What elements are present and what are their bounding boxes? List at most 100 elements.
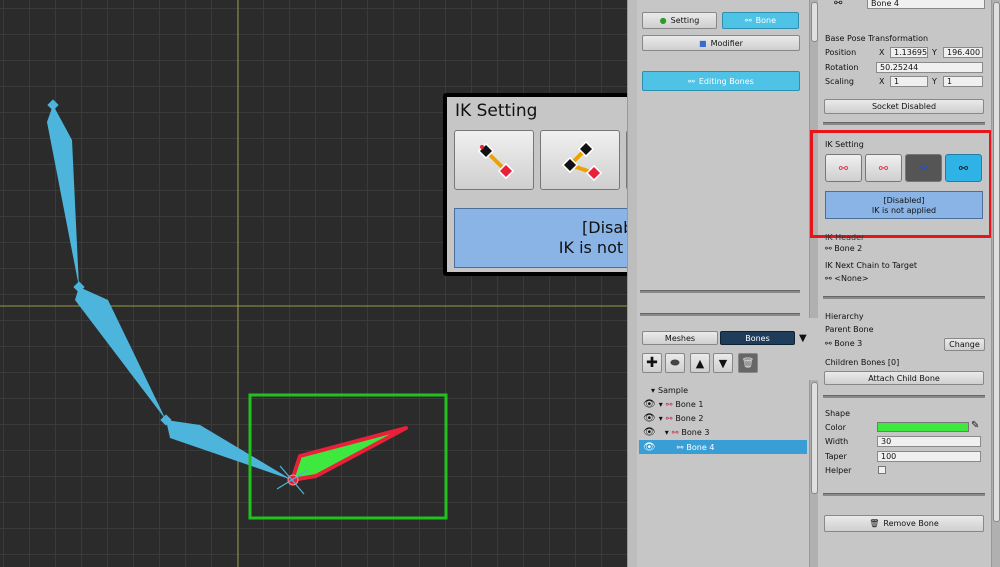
arrow-down-icon: ▼	[718, 356, 728, 370]
ik-next-chain-text: <None>	[834, 274, 869, 283]
expand-icon: ▾	[651, 385, 656, 395]
tree-item-label: Bone 3	[681, 427, 710, 437]
editing-bones-button[interactable]: ⚯ Editing Bones	[642, 71, 800, 91]
mid-separator-2	[640, 313, 800, 316]
tree-item-bone-4[interactable]: 👁 ⚯ Bone 4	[639, 440, 807, 454]
right-separator-2	[823, 296, 985, 299]
right-separator-3	[823, 395, 985, 398]
chevron-down-icon[interactable]: ▼	[799, 333, 807, 344]
tree-item-label: Sample	[658, 385, 689, 395]
taper-field[interactable]: 100	[877, 451, 981, 462]
socket-disabled-button[interactable]: Socket Disabled	[824, 99, 984, 114]
tab-meshes[interactable]: Meshes	[642, 331, 718, 345]
change-parent-button[interactable]: Change	[944, 338, 985, 351]
bone-small-icon: ⚯	[825, 274, 835, 283]
tab-bone-label: Bone	[755, 16, 777, 25]
bone-name-field[interactable]: Bone 4	[867, 0, 985, 9]
mid-scrollbar-bottom[interactable]	[809, 380, 818, 567]
eye-icon[interactable]: 👁	[643, 413, 656, 424]
expand-icon: ▾	[658, 413, 663, 423]
parent-bone-label: Parent Bone	[825, 325, 874, 334]
scaling-y-field[interactable]: 1	[943, 76, 983, 87]
parent-bone-value: ⚯ Bone 3	[825, 339, 862, 348]
width-label: Width	[825, 437, 849, 446]
right-scrollbar-thumb[interactable]	[993, 2, 1000, 522]
position-label: Position	[825, 48, 857, 57]
right-scrollbar[interactable]	[991, 0, 1000, 567]
bone-node-icon: ⚯	[665, 413, 673, 423]
tab-meshes-label: Meshes	[664, 333, 696, 343]
editing-bones-icon: ⚯	[688, 76, 695, 86]
layer-icon: ⬬	[670, 356, 680, 369]
change-label: Change	[949, 340, 980, 349]
tree-item-sample[interactable]: ▾ Sample	[639, 383, 809, 397]
parent-bone-text: Bone 3	[834, 339, 863, 348]
eye-icon[interactable]: 👁	[643, 399, 656, 410]
tree-item-bone-2[interactable]: 👁 ▾ ⚯ Bone 2	[639, 411, 809, 425]
ik-callout-title: IK Setting	[455, 101, 538, 121]
bone-1-shape[interactable]	[47, 105, 79, 287]
canvas-viewport[interactable]	[0, 0, 627, 567]
delete-button[interactable]: 🗑	[738, 353, 758, 373]
ik-header-label: IK Header	[825, 233, 865, 242]
mid-scrollbar-bottom-thumb[interactable]	[811, 382, 818, 494]
ik-next-chain-label: IK Next Chain to Target	[825, 261, 918, 270]
bone-2-shape[interactable]	[75, 287, 166, 420]
expand-icon: ▾	[658, 399, 663, 409]
right-separator-1	[823, 122, 985, 125]
color-label: Color	[825, 423, 846, 432]
mid-scrollbar-top-thumb[interactable]	[811, 2, 818, 42]
position-y-field[interactable]: 196.400	[943, 47, 983, 58]
eye-icon[interactable]: 👁	[643, 442, 656, 453]
ik-header-value-text: Bone 2	[834, 244, 863, 253]
right-inspector-panel: ⚯ Bone 4 Base Pose Transformation Positi…	[810, 0, 1000, 567]
ik-single-icon: ⚯	[838, 161, 849, 175]
tab-bones-label: Bones	[745, 333, 770, 343]
ik-header-value: ⚯ Bone 2	[825, 244, 862, 253]
tree-item-bone-1[interactable]: 👁 ▾ ⚯ Bone 1	[639, 397, 809, 411]
move-down-button[interactable]: ▼	[713, 353, 733, 373]
move-up-button[interactable]: ▲	[690, 353, 710, 373]
position-x-field[interactable]: 1.13695	[890, 47, 928, 58]
tab-setting[interactable]: ● Setting	[642, 12, 717, 29]
bone-thumbnail-icon: ⚯	[834, 0, 843, 9]
layer-button[interactable]: ⬬	[665, 353, 685, 373]
ik-twobone-button[interactable]: ⚯	[865, 154, 902, 182]
ik-status-line1: [Disabled]	[883, 196, 925, 205]
tab-bones[interactable]: Bones	[720, 331, 795, 345]
add-bone-button[interactable]: ✚	[642, 353, 662, 373]
remove-bone-button[interactable]: 🗑 Remove Bone	[824, 515, 984, 532]
helper-checkbox[interactable]	[878, 466, 886, 474]
bone-3-shape[interactable]	[166, 420, 292, 480]
panel-divider[interactable]	[627, 0, 637, 567]
position-y-label: Y	[932, 48, 937, 57]
rotation-field[interactable]: 50.25244	[876, 62, 983, 73]
scaling-x-label: X	[879, 77, 885, 86]
ik-single-button[interactable]: ⚯	[825, 154, 862, 182]
ik-mode-twobone-button[interactable]	[540, 130, 620, 190]
attach-child-button[interactable]: Attach Child Bone	[824, 371, 984, 385]
tab-bone[interactable]: ⚯ Bone	[722, 12, 799, 29]
remove-bone-label: Remove Bone	[883, 519, 939, 528]
tab-setting-label: Setting	[670, 16, 700, 25]
eyedropper-icon[interactable]: ✎	[971, 420, 979, 431]
tree-item-bone-3[interactable]: 👁 ▾ ⚯ Bone 3	[639, 425, 809, 439]
bone-node-icon: ⚯	[676, 442, 684, 452]
base-pose-title: Base Pose Transformation	[825, 34, 929, 43]
scaling-y-label: Y	[932, 77, 937, 86]
expand-icon: ▾	[664, 427, 669, 437]
ik-target-button[interactable]: ⚯	[905, 154, 942, 182]
eye-icon[interactable]: 👁	[643, 427, 656, 438]
width-field[interactable]: 30	[877, 436, 981, 447]
bone-small-icon: ⚯	[825, 244, 835, 253]
scaling-x-field[interactable]: 1	[890, 76, 928, 87]
ik-twobone-icon: ⚯	[878, 161, 889, 175]
color-swatch[interactable]	[877, 422, 969, 432]
modifier-button[interactable]: ■ Modifier	[642, 35, 800, 51]
ik-disabled-button[interactable]: ⚯	[945, 154, 982, 182]
bone-4-shape[interactable]	[290, 426, 408, 482]
ik-mode-single-button[interactable]	[454, 130, 534, 190]
bone-icon: ⚯	[744, 16, 752, 25]
bone-small-icon: ⚯	[825, 339, 835, 348]
bone-canvas[interactable]	[0, 0, 627, 567]
